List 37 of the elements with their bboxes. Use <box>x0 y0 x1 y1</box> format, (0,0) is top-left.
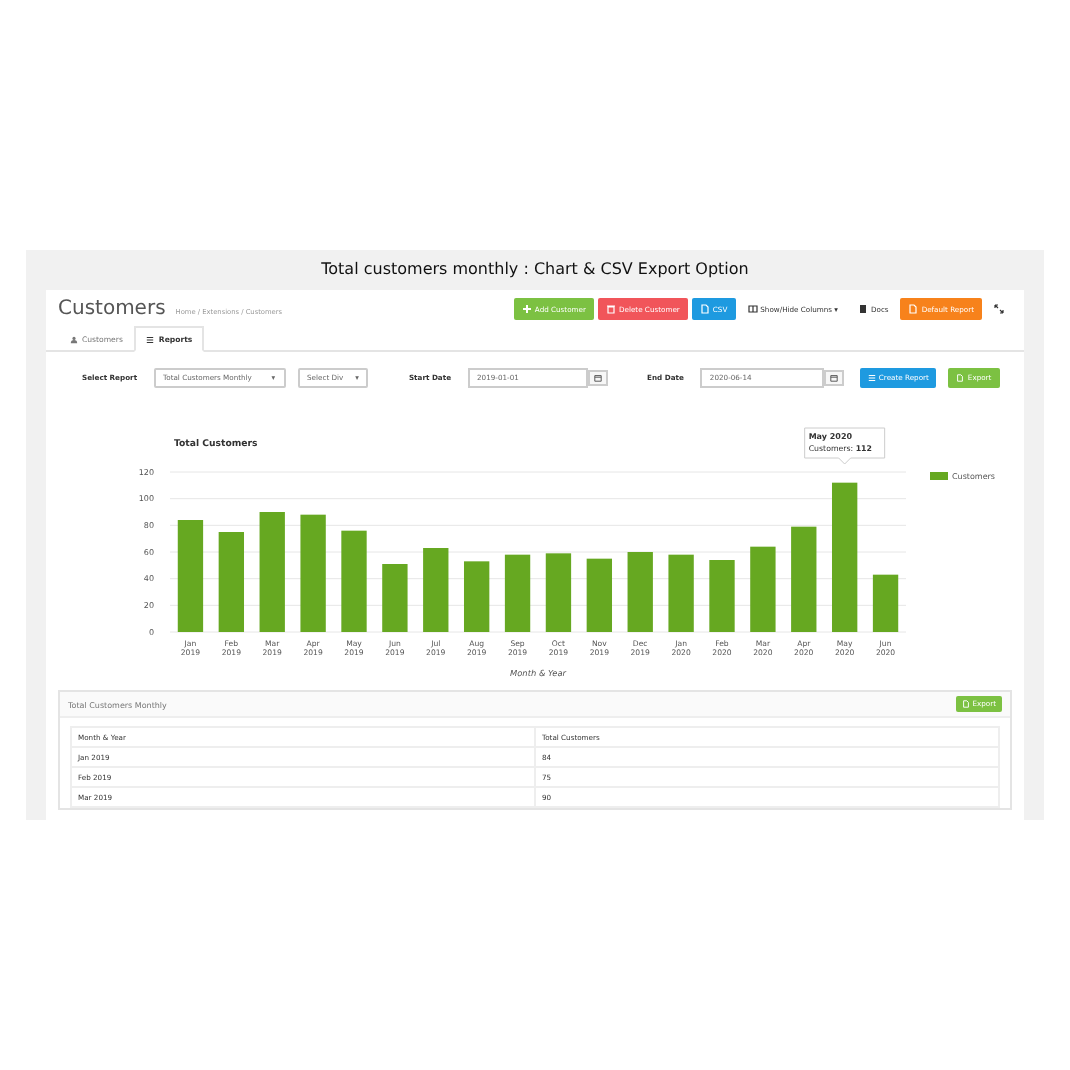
bar <box>791 526 817 632</box>
bar <box>382 564 408 632</box>
bar <box>709 560 735 632</box>
calendar-button[interactable] <box>823 370 844 386</box>
document-icon <box>699 304 710 314</box>
bar <box>177 520 204 632</box>
list-icon <box>867 374 876 382</box>
calendar-button[interactable] <box>587 370 608 386</box>
bar <box>423 548 449 632</box>
expand-icon <box>994 304 1004 314</box>
document-icon <box>908 304 919 314</box>
bar <box>545 553 572 632</box>
document-icon <box>962 700 971 708</box>
user-icon <box>70 335 78 343</box>
bar <box>300 514 326 632</box>
legend-swatch <box>930 472 948 480</box>
calendar-icon <box>829 374 838 382</box>
bar <box>464 561 490 632</box>
bar <box>504 554 531 632</box>
bar <box>750 546 776 632</box>
bar <box>218 532 244 632</box>
page-caption: Total customers monthly : Chart & CSV Export Option <box>319 258 751 282</box>
chart-tooltip <box>804 427 886 465</box>
bar <box>586 558 612 632</box>
bar <box>872 574 899 632</box>
plus-icon <box>521 304 532 314</box>
calendar-icon <box>593 374 602 382</box>
bar <box>627 552 653 632</box>
columns-icon <box>747 304 758 314</box>
document-icon <box>956 374 965 382</box>
list-icon <box>146 335 155 343</box>
bar <box>341 530 367 632</box>
bar <box>259 512 285 632</box>
page-title: Customers <box>58 298 166 320</box>
book-icon <box>857 304 868 314</box>
trash-icon <box>605 304 616 314</box>
bar <box>668 554 694 632</box>
